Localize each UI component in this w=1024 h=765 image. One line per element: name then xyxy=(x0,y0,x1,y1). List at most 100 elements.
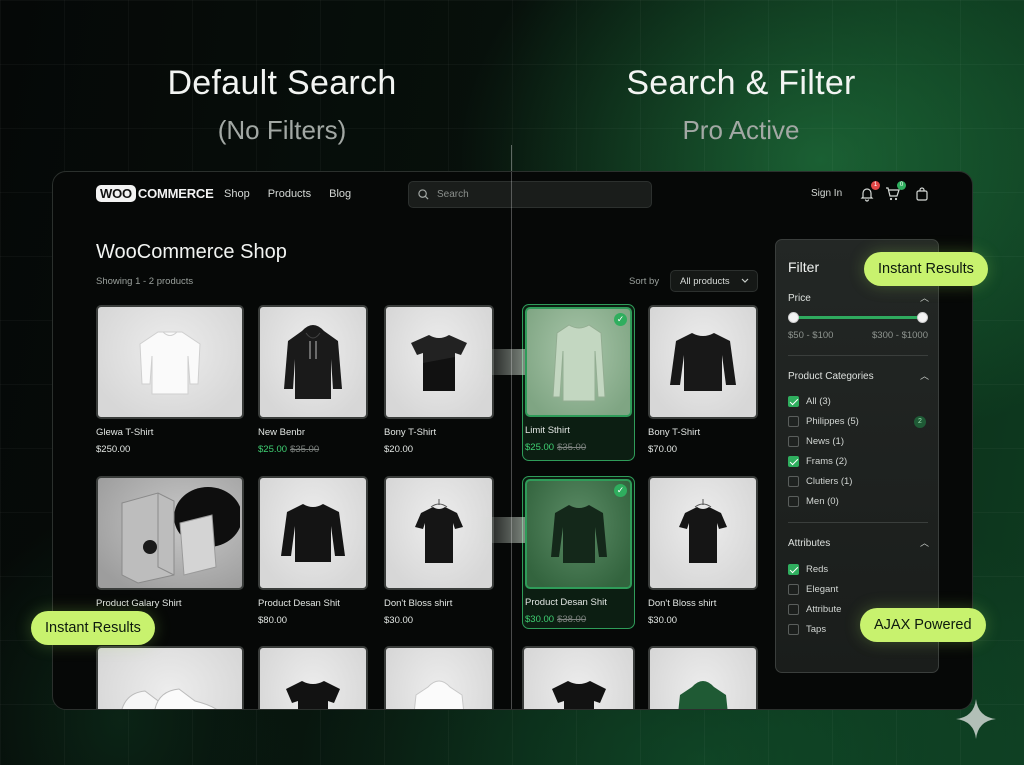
hanging-tshirt-image xyxy=(679,499,727,563)
tshirt-box-image xyxy=(411,335,467,391)
product-name[interactable]: Bony T-Shirt xyxy=(648,427,758,438)
product-name[interactable]: Don't Bloss shirt xyxy=(384,598,494,609)
original-price: $38.00 xyxy=(557,614,587,625)
checkbox[interactable] xyxy=(788,496,799,507)
sweater-image xyxy=(670,333,736,391)
chevron-down-icon xyxy=(741,278,749,283)
hoodie-image xyxy=(414,680,464,709)
product-image[interactable] xyxy=(384,646,494,709)
price-section-title[interactable]: Price xyxy=(788,293,811,304)
sale-price: $25.00 xyxy=(258,444,288,455)
attribute-option[interactable]: Elegant xyxy=(788,584,838,595)
product-card[interactable] xyxy=(522,646,635,709)
default-search-subtitle: (No Filters) xyxy=(217,115,347,145)
category-count-badge: 2 xyxy=(914,416,926,428)
product-name[interactable]: Product Desan Shit xyxy=(525,597,632,608)
sneakers-image xyxy=(121,688,217,709)
checkbox[interactable] xyxy=(788,624,799,635)
price-slider-max-handle[interactable] xyxy=(917,312,928,323)
product-image[interactable] xyxy=(96,646,244,709)
checkbox[interactable] xyxy=(788,416,799,427)
category-option[interactable]: Philippes (5) xyxy=(788,416,859,427)
price-slider-min-handle[interactable] xyxy=(788,312,799,323)
product-card[interactable] xyxy=(96,646,244,709)
product-image[interactable] xyxy=(96,305,244,419)
product-card[interactable] xyxy=(258,646,368,709)
product-card-highlighted[interactable]: Product Desan Shit $30.00 $38.00 xyxy=(525,479,632,625)
product-image[interactable] xyxy=(648,476,758,590)
product-image[interactable] xyxy=(648,646,758,709)
category-option[interactable]: Frams (2) xyxy=(788,456,847,467)
nav-link-shop[interactable]: Shop xyxy=(224,188,250,200)
chevron-up-icon[interactable]: ︿ xyxy=(920,291,929,304)
checkbox[interactable] xyxy=(788,436,799,447)
product-card[interactable]: Product Desan Shit $80.00 xyxy=(258,476,368,626)
sign-in-link[interactable]: Sign In xyxy=(811,188,842,199)
ajax-powered-callout: AJAX Powered xyxy=(860,608,986,642)
search-input[interactable] xyxy=(437,189,627,200)
product-card[interactable] xyxy=(648,646,758,709)
product-image[interactable] xyxy=(96,476,244,590)
category-option[interactable]: News (1) xyxy=(788,436,844,447)
product-name[interactable]: Product Galary Shirt xyxy=(96,598,244,609)
product-card[interactable] xyxy=(384,646,494,709)
bag-icon xyxy=(916,187,928,201)
checkbox[interactable] xyxy=(788,476,799,487)
nav-link-blog[interactable]: Blog xyxy=(329,188,351,200)
attribute-option[interactable]: Taps xyxy=(788,624,826,635)
checkbox-checked[interactable] xyxy=(788,564,799,575)
nav-link-products[interactable]: Products xyxy=(268,188,311,200)
product-image[interactable] xyxy=(258,476,368,590)
category-option[interactable]: Men (0) xyxy=(788,496,839,507)
longsleeve-image xyxy=(551,324,606,402)
product-name[interactable]: Product Desan Shit xyxy=(258,598,368,609)
tshirt-image xyxy=(551,681,606,709)
product-name[interactable]: New Benbr xyxy=(258,427,368,438)
green-hoodie-image xyxy=(678,681,728,709)
check-icon: ✓ xyxy=(614,484,627,497)
chevron-up-icon[interactable]: ︿ xyxy=(920,536,929,549)
notifications-button[interactable]: 1 xyxy=(859,181,880,202)
bag-button[interactable] xyxy=(914,186,930,202)
search-bar[interactable] xyxy=(408,181,652,208)
category-option[interactable]: Clutiers (1) xyxy=(788,476,852,487)
price-slider-track[interactable] xyxy=(793,316,923,319)
product-card[interactable]: New Benbr $25.00 $35.00 xyxy=(258,305,368,455)
checkbox-checked[interactable] xyxy=(788,396,799,407)
chevron-up-icon[interactable]: ︿ xyxy=(920,369,929,382)
attributes-section-title[interactable]: Attributes xyxy=(788,538,830,549)
product-image[interactable] xyxy=(258,305,368,419)
sweatshirt-image xyxy=(139,331,201,395)
cart-button[interactable]: 0 xyxy=(885,181,906,202)
checkbox[interactable] xyxy=(788,604,799,615)
product-name[interactable]: Bony T-Shirt xyxy=(384,427,494,438)
woocommerce-logo[interactable]: WOO COMMERCE xyxy=(96,185,214,202)
product-card[interactable]: Don't Bloss shirt $30.00 xyxy=(648,476,758,626)
checkbox-checked[interactable] xyxy=(788,456,799,467)
product-image[interactable] xyxy=(648,305,758,419)
product-name[interactable]: Glewa T-Shirt xyxy=(96,427,244,438)
product-card[interactable]: Bony T-Shirt $70.00 xyxy=(648,305,758,455)
product-price: $25.00 $35.00 xyxy=(258,444,368,455)
sort-select[interactable]: All products xyxy=(670,270,758,292)
product-card[interactable]: Product Galary Shirt xyxy=(96,476,244,609)
product-image[interactable] xyxy=(522,646,635,709)
attribute-option[interactable]: Attribute xyxy=(788,604,841,615)
original-price: $35.00 xyxy=(290,444,320,455)
product-name[interactable]: Don't Bloss shirt xyxy=(648,598,758,609)
product-card-highlighted[interactable]: Limit Sthirt $25.00 $35.00 xyxy=(525,307,632,453)
instant-results-callout-left: Instant Results xyxy=(31,611,155,645)
shop-window: WOO COMMERCE Shop Products Blog Sign In … xyxy=(52,171,973,710)
cart-badge: 0 xyxy=(897,181,906,190)
product-card[interactable]: Glewa T-Shirt $250.00 xyxy=(96,305,244,455)
default-search-headline: Default Search (No Filters) xyxy=(102,64,462,146)
checkbox[interactable] xyxy=(788,584,799,595)
category-option[interactable]: All (3) xyxy=(788,396,831,407)
product-name[interactable]: Limit Sthirt xyxy=(525,425,632,436)
logo-woo: WOO xyxy=(96,185,136,202)
product-image[interactable] xyxy=(258,646,368,709)
product-price: $25.00 $35.00 xyxy=(525,442,632,453)
attribute-option[interactable]: Reds xyxy=(788,564,828,575)
search-icon xyxy=(418,189,429,200)
categories-section-title[interactable]: Product Categories xyxy=(788,371,874,382)
